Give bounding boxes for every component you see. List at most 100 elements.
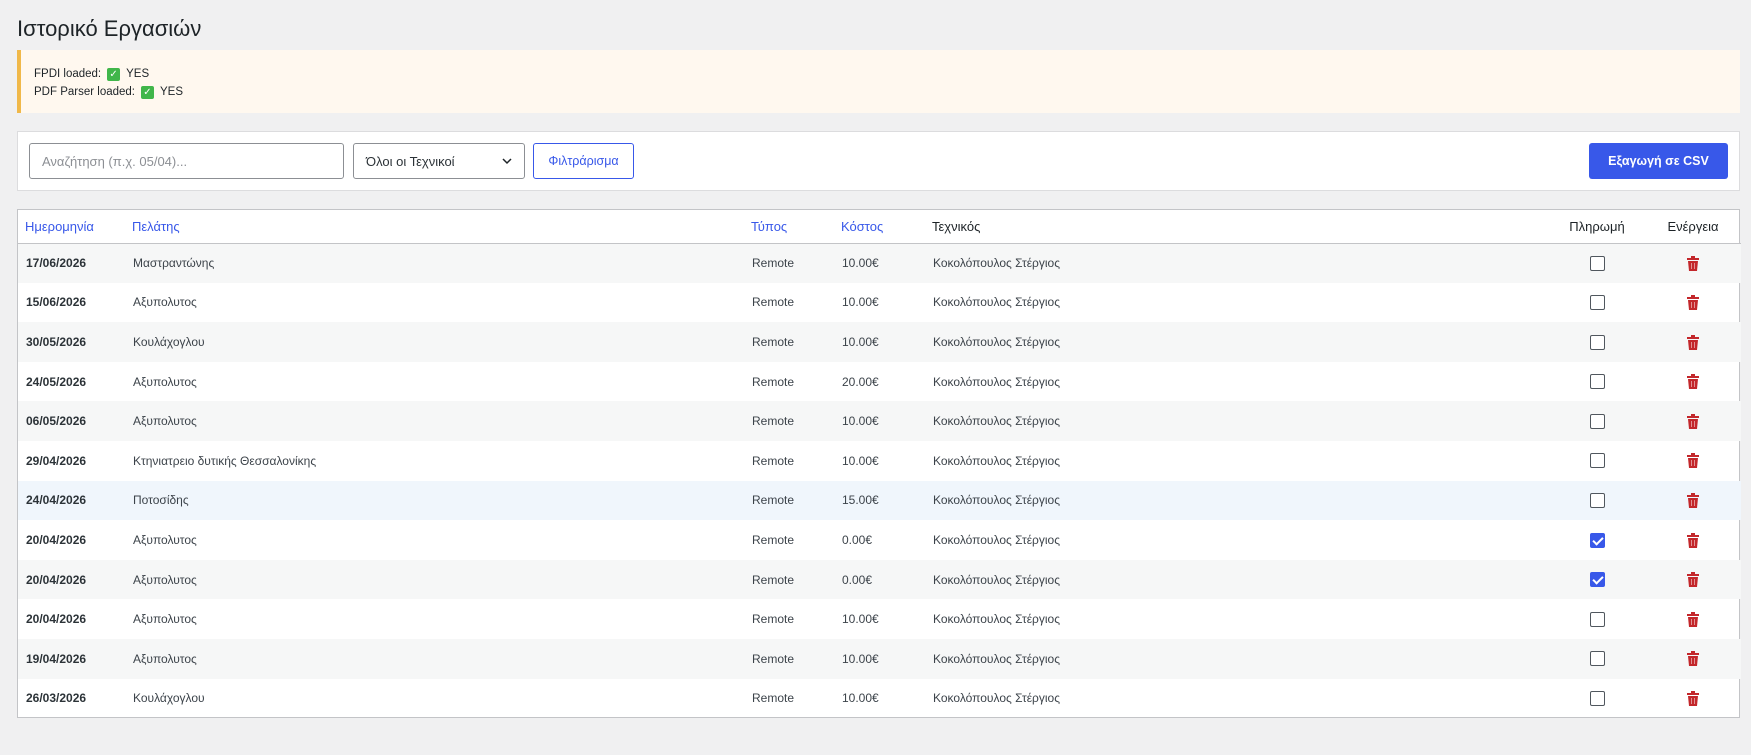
notice-line-pdf-parser: PDF Parser loaded: ✓ YES	[34, 83, 1740, 101]
cell-type: Remote	[752, 374, 795, 389]
trash-icon[interactable]	[1687, 295, 1699, 311]
search-input[interactable]	[29, 143, 344, 179]
payment-checkbox[interactable]	[1589, 611, 1605, 627]
table-header-row: Ημερομηνία Πελάτης Τύπος Κόστος Τεχνικός…	[18, 210, 1741, 244]
table-row: 24/05/2026 Αξυπολυτος Remote 20.00€ Κοκο…	[18, 362, 1741, 402]
export-csv-button[interactable]: Εξαγωγή σε CSV	[1589, 143, 1728, 179]
cell-technician: Κοκολόπουλος Στέργιος	[925, 243, 1549, 283]
cell-technician: Κοκολόπουλος Στέργιος	[925, 638, 1549, 679]
cell-date: 24/05/2026	[26, 374, 87, 389]
trash-icon[interactable]	[1687, 255, 1699, 271]
cell-payment	[1549, 441, 1645, 481]
column-header-cost[interactable]: Κόστος	[834, 210, 925, 244]
cell-client: Μαστραντώνης	[125, 243, 744, 283]
cell-action	[1645, 441, 1741, 481]
table-row: 19/04/2026 Αξυπολυτος Remote 10.00€ Κοκο…	[18, 638, 1741, 679]
cell-cost: 10.00€	[834, 243, 925, 283]
cell-cost: 10.00€	[842, 691, 879, 706]
payment-checkbox[interactable]	[1589, 532, 1605, 548]
cell-cost: 10.00€	[834, 638, 925, 679]
technician-select-value: Όλοι οι Τεχνικοί	[366, 153, 455, 169]
cell-cost: 10.00€	[834, 322, 925, 362]
cell-date: 30/05/2026	[18, 322, 125, 362]
cell-type: Remote	[744, 401, 834, 441]
cell-date: 06/05/2026	[18, 401, 125, 441]
cell-payment	[1549, 638, 1645, 679]
payment-checkbox[interactable]	[1589, 413, 1605, 429]
cell-action	[1645, 638, 1741, 679]
payment-checkbox[interactable]	[1589, 374, 1605, 390]
technician-select[interactable]: Όλοι οι Τεχνικοί	[353, 143, 525, 179]
cell-payment	[1549, 559, 1645, 600]
payment-checkbox[interactable]	[1589, 255, 1605, 271]
filter-button[interactable]: Φιλτράρισμα	[533, 143, 634, 179]
payment-checkbox[interactable]	[1589, 453, 1605, 469]
trash-icon[interactable]	[1687, 374, 1699, 390]
column-header-date[interactable]: Ημερομηνία	[18, 210, 125, 244]
payment-checkbox[interactable]	[1589, 295, 1605, 311]
cell-type: Remote	[744, 480, 834, 521]
table-row: 20/04/2026 Αξυπολυτος Remote 10.00€ Κοκο…	[18, 599, 1741, 639]
cell-type: Remote	[752, 295, 795, 310]
cell-type: Remote	[744, 243, 834, 283]
cell-type: Remote	[744, 638, 834, 679]
cell-payment	[1549, 243, 1645, 283]
cell-date: 15/06/2026	[26, 295, 87, 310]
table-row: 06/05/2026 Αξυπολυτος Remote 10.00€ Κοκο…	[18, 401, 1741, 441]
cell-client: Αξυπολυτος	[133, 612, 197, 627]
trash-icon[interactable]	[1687, 611, 1699, 627]
payment-checkbox[interactable]	[1589, 572, 1605, 588]
trash-icon[interactable]	[1687, 532, 1699, 548]
cell-payment	[1549, 599, 1645, 639]
cell-type: Remote	[744, 322, 834, 362]
table-row: 29/04/2026 Κτηνιατρειο δυτικής Θεσσαλονί…	[18, 441, 1741, 481]
trash-icon[interactable]	[1687, 334, 1699, 350]
payment-checkbox[interactable]	[1589, 493, 1605, 509]
notice-label: FPDI loaded:	[34, 68, 102, 80]
filter-bar: Όλοι οι Τεχνικοί Φιλτράρισμα Εξαγωγή σε …	[17, 131, 1740, 191]
cell-type: Remote	[752, 691, 795, 706]
trash-icon[interactable]	[1687, 493, 1699, 509]
cell-cost: 0.00€	[834, 559, 925, 600]
cell-technician: Κοκολόπουλος Στέργιος	[933, 532, 1060, 547]
table-row: 20/04/2026 Αξυπολυτος Remote 0.00€ Κοκολ…	[18, 559, 1741, 600]
chevron-down-icon	[502, 158, 512, 165]
cell-technician: Κοκολόπουλος Στέργιος	[925, 322, 1549, 362]
cell-payment	[1549, 679, 1645, 719]
cell-action	[1645, 480, 1741, 521]
payment-checkbox[interactable]	[1589, 651, 1605, 667]
notice-line-fpdi: FPDI loaded: ✓ YES	[34, 65, 1740, 83]
check-mark-icon: ✓	[141, 85, 154, 99]
trash-icon[interactable]	[1687, 413, 1699, 429]
cell-cost: 10.00€	[834, 401, 925, 441]
table-row: 17/06/2026 Μαστραντώνης Remote 10.00€ Κο…	[18, 243, 1741, 283]
table-row: 20/04/2026 Αξυπολυτος Remote 0.00€ Κοκολ…	[18, 520, 1741, 560]
payment-checkbox[interactable]	[1589, 334, 1605, 350]
cell-client: Αξυπολυτος	[133, 295, 197, 310]
cell-action	[1645, 243, 1741, 283]
cell-date: 26/03/2026	[26, 691, 87, 706]
notice-value: YES	[160, 86, 184, 98]
page-title: Ιστορικό Εργασιών	[17, 16, 202, 41]
column-header-type[interactable]: Τύπος	[744, 210, 834, 244]
cell-action	[1645, 401, 1741, 441]
cell-date: 19/04/2026	[18, 638, 125, 679]
table-row: 26/03/2026 Κουλάχογλου Remote 10.00€ Κοκ…	[18, 679, 1741, 719]
trash-icon[interactable]	[1687, 690, 1699, 706]
trash-icon[interactable]	[1687, 453, 1699, 469]
trash-icon[interactable]	[1687, 572, 1699, 588]
column-header-action: Ενέργεια	[1645, 210, 1741, 244]
cell-cost: 10.00€	[842, 612, 879, 627]
column-header-payment: Πληρωμή	[1549, 210, 1645, 244]
cell-cost: 15.00€	[834, 480, 925, 521]
cell-payment	[1549, 480, 1645, 521]
column-header-client[interactable]: Πελάτης	[125, 210, 744, 244]
payment-checkbox[interactable]	[1589, 690, 1605, 706]
cell-date: 20/04/2026	[18, 559, 125, 600]
jobs-table: Ημερομηνία Πελάτης Τύπος Κόστος Τεχνικός…	[17, 209, 1741, 719]
cell-technician: Κοκολόπουλος Στέργιος	[933, 295, 1060, 310]
cell-action	[1645, 322, 1741, 362]
trash-icon[interactable]	[1687, 651, 1699, 667]
cell-client: Αξυπολυτος	[133, 532, 197, 547]
table-row: 24/04/2026 Ποτοσίδης Remote 15.00€ Κοκολ…	[18, 480, 1741, 521]
